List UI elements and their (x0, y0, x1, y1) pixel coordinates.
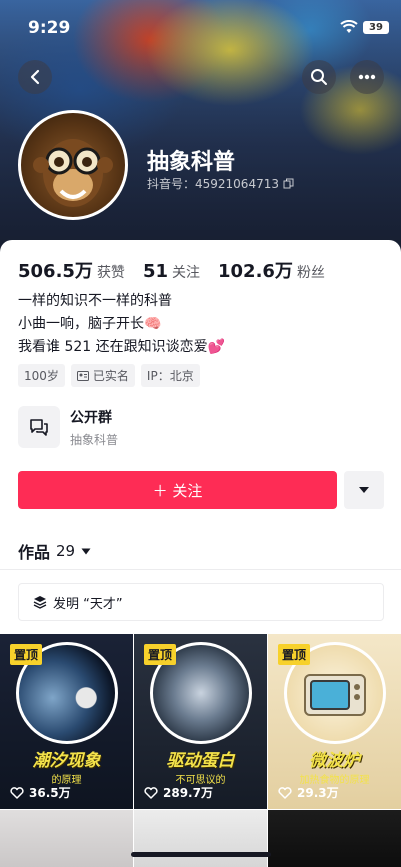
video-likes: 36.5万 (10, 784, 71, 801)
chevron-left-icon (30, 69, 40, 85)
stats-row: 506.5万 获赞 51 关注 102.6万 粉丝 (18, 257, 343, 283)
battery-icon: 39 (363, 21, 389, 34)
collection-label: 发明 “天才” (53, 596, 123, 612)
video-card[interactable] (268, 810, 401, 867)
works-count: 29 (56, 542, 76, 560)
tag-verified: 已实名 (70, 364, 135, 387)
home-indicator[interactable] (131, 852, 271, 857)
video-card[interactable] (134, 810, 267, 867)
layers-icon (33, 596, 47, 609)
works-label: 作品 (18, 543, 51, 562)
bio-line: 我看谁 521 还在跟知识谈恋爱💕 (18, 339, 226, 355)
pinned-badge: 置顶 (144, 644, 177, 665)
more-button[interactable] (350, 60, 384, 94)
id-card-icon (76, 370, 89, 381)
video-likes: 29.3万 (278, 784, 339, 801)
video-grid: 置顶 潮汐现象 的原理 36.5万 置顶 驱动蛋白 不可思议的 289.7万 置… (0, 634, 401, 867)
avatar[interactable] (18, 110, 128, 220)
back-button[interactable] (18, 60, 52, 94)
divider (0, 569, 401, 570)
tab-works[interactable]: 作品 29 (18, 539, 91, 563)
follow-dropdown-button[interactable] (344, 471, 384, 509)
profile-panel: 506.5万 获赞 51 关注 102.6万 粉丝 一样的知识不一样的科普 小曲… (0, 240, 401, 867)
group-chat-icon (18, 406, 60, 448)
douyin-id-text: 抖音号：45921064713 (147, 177, 279, 191)
pinned-badge: 置顶 (278, 644, 311, 665)
more-dots-icon (358, 74, 376, 80)
likes-count: 29.3万 (297, 786, 339, 800)
tag-ip: IP：北京 (140, 364, 200, 387)
video-title: 微波炉 (309, 751, 360, 771)
video-card[interactable]: 置顶 潮汐现象 的原理 36.5万 (0, 634, 133, 809)
status-bar: 9:29 39 (0, 0, 401, 50)
pinned-badge: 置顶 (10, 644, 43, 665)
search-icon (311, 69, 327, 85)
stat-likes: 506.5万 获赞 (18, 257, 125, 283)
public-group[interactable]: 公开群 抽象科普 (18, 406, 118, 448)
heart-icon (10, 786, 24, 799)
bio-line: 一样的知识不一样的科普 (18, 293, 172, 309)
heart-icon (144, 786, 158, 799)
stat-value: 102.6万 (218, 261, 293, 282)
stat-label: 关注 (172, 265, 200, 281)
caret-down-icon (359, 487, 369, 493)
search-button[interactable] (302, 60, 336, 94)
profile-name: 抽象科普 (147, 150, 236, 175)
group-subtitle: 抽象科普 (70, 432, 119, 447)
video-card[interactable]: 置顶 微波炉 加热食物的原理 29.3万 (268, 634, 401, 809)
video-title: 驱动蛋白 (166, 751, 235, 771)
tag-text: 已实名 (92, 369, 129, 383)
monkey-avatar-icon (33, 139, 113, 207)
likes-count: 289.7万 (163, 786, 213, 800)
status-time: 9:29 (28, 18, 71, 38)
stat-label: 获赞 (96, 265, 125, 281)
stat-following[interactable]: 51 关注 (143, 261, 200, 282)
wifi-icon (340, 20, 358, 33)
douyin-id[interactable]: 抖音号：45921064713 (147, 175, 294, 192)
tags-row: 100岁 已实名 IP：北京 (18, 364, 200, 387)
bio: 一样的知识不一样的科普 小曲一响，脑子开长🧠 我看谁 521 还在跟知识谈恋爱💕 (18, 290, 225, 359)
caret-down-icon (81, 548, 91, 554)
video-card[interactable]: 置顶 驱动蛋白 不可思议的 289.7万 (134, 634, 267, 809)
stat-value: 506.5万 (18, 261, 93, 282)
collection-entry[interactable]: 发明 “天才” (18, 583, 384, 621)
stat-label: 粉丝 (296, 265, 325, 281)
video-card[interactable] (0, 810, 133, 867)
follow-button[interactable]: ＋ 关注 (18, 471, 337, 509)
bio-line: 小曲一响，脑子开长🧠 (18, 316, 162, 332)
video-likes: 289.7万 (144, 784, 213, 801)
tag-text: IP：北京 (146, 369, 194, 383)
stat-value: 51 (142, 261, 168, 282)
video-title: 潮汐现象 (32, 751, 101, 771)
likes-count: 36.5万 (29, 786, 71, 800)
tag-text: 100岁 (24, 369, 59, 383)
stat-followers[interactable]: 102.6万 粉丝 (218, 257, 325, 283)
tag-age: 100岁 (18, 364, 65, 387)
copy-icon (283, 178, 294, 189)
heart-icon (278, 786, 292, 799)
group-title: 公开群 (70, 409, 112, 426)
